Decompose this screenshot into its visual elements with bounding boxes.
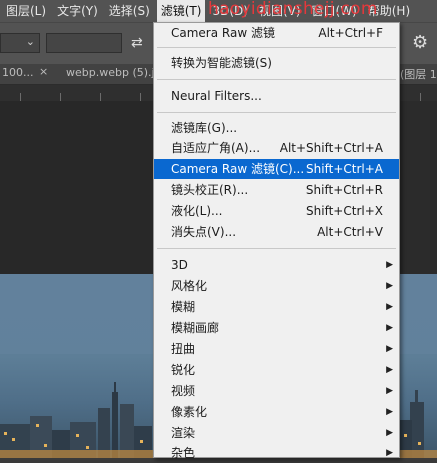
menu-item-label: 视频 xyxy=(171,384,196,398)
menu-select[interactable]: 选择(S) xyxy=(105,0,154,22)
menu-item-stylize[interactable]: 风格化 ▶ xyxy=(154,276,399,296)
menu-item-filter-gallery[interactable]: 滤镜库(G)... xyxy=(154,118,399,138)
menu-item-liquify[interactable]: 液化(L)... Shift+Ctrl+X xyxy=(154,201,399,221)
submenu-arrow-icon: ▶ xyxy=(386,448,393,458)
submenu-arrow-icon: ▶ xyxy=(386,365,393,375)
menu-item-shortcut: Alt+Shift+Ctrl+A xyxy=(279,141,383,155)
submenu-arrow-icon: ▶ xyxy=(386,428,393,438)
chevron-down-icon: ⌄ xyxy=(25,35,35,48)
menu-item-label: 杂色 xyxy=(171,446,196,460)
menu-item-neural-filters[interactable]: Neural Filters... xyxy=(154,86,399,106)
submenu-arrow-icon: ▶ xyxy=(386,407,393,417)
menu-item-shortcut: Alt+Ctrl+V xyxy=(317,225,383,239)
menu-separator xyxy=(157,112,396,113)
menu-separator xyxy=(157,248,396,249)
menu-item-shortcut: Alt+Ctrl+F xyxy=(318,26,383,40)
menu-item-noise[interactable]: 杂色 ▶ xyxy=(154,443,399,463)
swap-icon[interactable]: ⇄ xyxy=(131,35,143,51)
value-input[interactable] xyxy=(46,33,122,53)
menu-item-label: 模糊 xyxy=(171,300,196,314)
menu-item-label: Camera Raw 滤镜(C)... xyxy=(171,162,305,176)
menu-item-label: 渲染 xyxy=(171,426,196,440)
menu-item-shortcut: Shift+Ctrl+A xyxy=(306,162,383,176)
menu-item-camera-raw-filter[interactable]: Camera Raw 滤镜(C)... Shift+Ctrl+A xyxy=(154,159,399,179)
panel-strip xyxy=(400,101,437,274)
submenu-arrow-icon: ▶ xyxy=(386,344,393,354)
menu-item-label: 风格化 xyxy=(171,279,208,293)
menu-item-last-filter[interactable]: Camera Raw 滤镜 Alt+Ctrl+F xyxy=(154,23,399,43)
menu-item-label: 3D xyxy=(171,258,188,272)
menu-item-label: 转换为智能滤镜(S) xyxy=(171,56,272,70)
menu-item-label: 自适应广角(A)... xyxy=(171,141,261,155)
filter-menu-dropdown: Camera Raw 滤镜 Alt+Ctrl+F 转换为智能滤镜(S) Neur… xyxy=(153,22,400,460)
menu-filter[interactable]: 滤镜(T) xyxy=(156,0,206,22)
submenu-arrow-icon: ▶ xyxy=(386,260,393,270)
menu-layer[interactable]: 图层(L) xyxy=(0,0,50,22)
menu-item-label: 模糊画廊 xyxy=(171,321,220,335)
close-icon[interactable]: × xyxy=(39,65,48,78)
tab-document-3[interactable]: (图层 1 xyxy=(400,66,437,82)
menu-item-shortcut: Shift+Ctrl+X xyxy=(306,204,383,218)
menu-item-vanishing-point[interactable]: 消失点(V)... Alt+Ctrl+V xyxy=(154,222,399,242)
menu-item-label: 像素化 xyxy=(171,405,208,419)
menu-item-render[interactable]: 渲染 ▶ xyxy=(154,423,399,443)
menu-item-label: 消失点(V)... xyxy=(171,225,237,239)
menu-item-blur[interactable]: 模糊 ▶ xyxy=(154,297,399,317)
menu-separator xyxy=(157,47,396,48)
menu-type[interactable]: 文字(Y) xyxy=(53,0,102,22)
menu-item-sharpen[interactable]: 锐化 ▶ xyxy=(154,360,399,380)
menu-item-label: 扭曲 xyxy=(171,342,196,356)
menubar: 图层(L) 文字(Y) 选择(S) 滤镜(T) 3D(D) 视图(V) 窗口(W… xyxy=(0,0,437,22)
menu-item-label: Camera Raw 滤镜 xyxy=(171,26,275,40)
menu-item-pixelate[interactable]: 像素化 ▶ xyxy=(154,402,399,422)
menu-view[interactable]: 视图(V) xyxy=(255,0,305,22)
menu-item-lens-correction[interactable]: 镜头校正(R)... Shift+Ctrl+R xyxy=(154,180,399,200)
menu-item-distort[interactable]: 扭曲 ▶ xyxy=(154,339,399,359)
submenu-arrow-icon: ▶ xyxy=(386,302,393,312)
menu-item-adaptive-wide-angle[interactable]: 自适应广角(A)... Alt+Shift+Ctrl+A xyxy=(154,138,399,158)
menu-item-label: 锐化 xyxy=(171,363,196,377)
preset-select[interactable]: ⌄ xyxy=(0,33,40,53)
submenu-arrow-icon: ▶ xyxy=(386,386,393,396)
submenu-arrow-icon: ▶ xyxy=(386,281,393,291)
menu-item-label: 镜头校正(R)... xyxy=(171,183,249,197)
menu-item-label: 滤镜库(G)... xyxy=(171,121,238,135)
menu-window[interactable]: 窗口(W) xyxy=(308,0,361,22)
gear-icon[interactable]: ⚙ xyxy=(412,32,428,53)
menu-item-blur-gallery[interactable]: 模糊画廊 ▶ xyxy=(154,318,399,338)
menu-separator xyxy=(157,79,396,80)
tab-document-1[interactable]: 100... xyxy=(2,66,34,79)
tab-document-2[interactable]: webp.webp (5).j xyxy=(66,66,155,79)
menu-item-3d[interactable]: 3D ▶ xyxy=(154,255,399,275)
menu-help[interactable]: 帮助(H) xyxy=(364,0,414,22)
menu-3d[interactable]: 3D(D) xyxy=(208,0,251,22)
menu-item-label: Neural Filters... xyxy=(171,89,262,103)
menu-item-label: 液化(L)... xyxy=(171,204,223,218)
submenu-arrow-icon: ▶ xyxy=(386,323,393,333)
menu-item-video[interactable]: 视频 ▶ xyxy=(154,381,399,401)
menu-item-convert-smart-filters[interactable]: 转换为智能滤镜(S) xyxy=(154,53,399,73)
menu-item-shortcut: Shift+Ctrl+R xyxy=(305,183,383,197)
